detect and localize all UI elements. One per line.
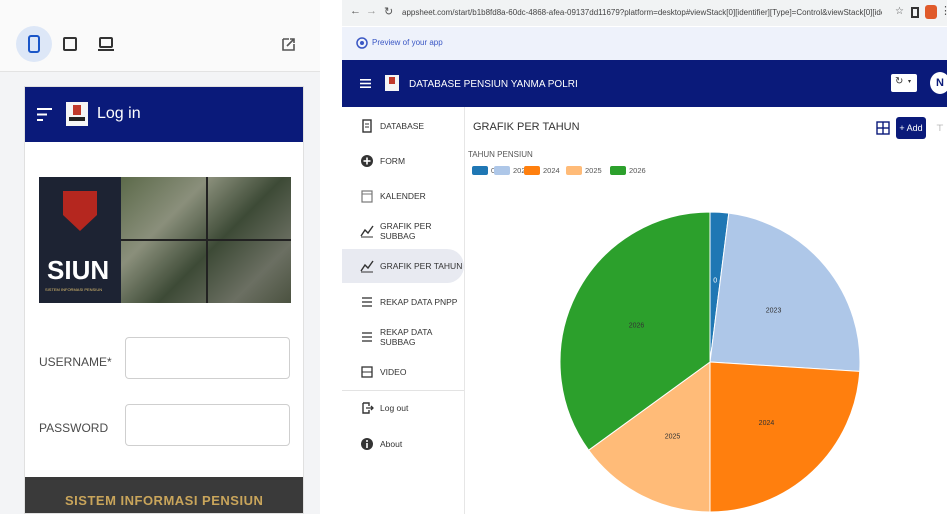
menu-icon[interactable] [360, 79, 371, 88]
shield-logo [63, 191, 97, 231]
tablet-view-button[interactable] [52, 26, 88, 62]
logout-icon [360, 401, 374, 415]
pie-slice-label: 2025 [665, 434, 681, 441]
back-icon[interactable]: ← [350, 5, 361, 17]
hero-brand-area: SIUN SISTEM INFORMASI PENSIUN [39, 177, 121, 303]
preview-banner: Preview of your app [342, 27, 947, 60]
sidebar-item-kalender[interactable]: KALENDER [342, 179, 464, 213]
desktop-preview-panel: ← → ↻ appsheet.com/start/b1b8fd8a-60dc-4… [342, 0, 947, 514]
list-icon [360, 330, 374, 344]
edit-external-icon [281, 37, 295, 51]
preview-text: Preview of your app [372, 38, 443, 47]
sidebar-item-label: REKAP DATA SUBBAG [380, 327, 432, 347]
siun-logo [66, 102, 88, 126]
database-icon [360, 119, 374, 133]
forward-icon[interactable]: → [366, 5, 377, 17]
reload-icon[interactable]: ↻ [384, 5, 393, 18]
tablet-icon [63, 37, 77, 51]
sidebar-item-form[interactable]: FORM [342, 144, 464, 178]
list-icon [360, 295, 374, 309]
more-icon[interactable]: ⋮ [940, 4, 947, 17]
browser-toolbar: ← → ↻ appsheet.com/start/b1b8fd8a-60dc-4… [342, 0, 947, 26]
pie-slice-label: 2023 [766, 307, 782, 314]
avatar[interactable]: N [930, 72, 947, 94]
tab-icon[interactable] [911, 7, 919, 18]
plus-circle-icon [360, 154, 374, 168]
sidebar-item-label: Log out [380, 403, 409, 413]
app-title: DATABASE PENSIUN YANMA POLRI [409, 79, 578, 90]
info-icon [360, 437, 374, 451]
sidebar-item-label: FORM [380, 156, 406, 166]
chart-icon [360, 259, 374, 273]
menu-icon[interactable] [37, 108, 52, 121]
login-title: Log in [97, 105, 141, 122]
app-header: DATABASE PENSIUN YANMA POLRI ↻ ▾ N [342, 60, 947, 107]
username-label: USERNAME* [39, 355, 112, 369]
password-input[interactable] [125, 404, 290, 446]
sidebar-item-grafik-per-subbag[interactable]: GRAFIK PER SUBBAG [342, 214, 464, 248]
hero-photo-collage [121, 177, 291, 303]
main-content: GRAFIK PER TAHUN + Add ⊤ TAHUN PENSIUN 0… [466, 107, 947, 514]
desktop-view-button[interactable] [88, 26, 124, 62]
sidebar-item-label: About [380, 439, 403, 449]
pie-slice-label: 2026 [629, 323, 645, 330]
sidebar-item-label: KALENDER [380, 191, 426, 201]
sidebar-item-rekap-data-subbag[interactable]: REKAP DATA SUBBAG [342, 320, 464, 354]
sync-icon: ↻ [895, 76, 904, 87]
username-input[interactable] [125, 337, 290, 379]
pie-slice-2024[interactable] [709, 361, 861, 513]
sidebar-item-about[interactable]: About [342, 427, 464, 461]
phone-icon [28, 35, 40, 53]
sync-button[interactable]: ↻ ▾ [891, 74, 917, 92]
device-toolbar [0, 0, 320, 72]
login-header: Log in [25, 87, 303, 142]
pie-chart: 0 2023 2024 2025 2026 [559, 211, 861, 513]
sidebar: DATABASE FORM KALENDER GRAFIK PER SUBBAG GRA… [342, 107, 465, 514]
hero-subtitle: SISTEM INFORMASI PENSIUN [45, 287, 103, 292]
password-label: PASSWORD [39, 421, 109, 435]
footer-banner-text: SISTEM INFORMASI PENSIUN [65, 493, 264, 508]
hero-image: SIUN SISTEM INFORMASI PENSIUN [39, 177, 291, 303]
chevron-down-icon: ▾ [908, 79, 912, 85]
pie-slice-label: 0 [713, 278, 717, 285]
sidebar-item-log-out[interactable]: Log out [342, 391, 464, 425]
phone-view-button[interactable] [16, 26, 52, 62]
sidebar-item-database[interactable]: DATABASE [342, 109, 464, 143]
sidebar-item-grafik-per-tahun[interactable]: GRAFIK PER TAHUN [342, 249, 464, 283]
preview-icon [356, 37, 368, 49]
desktop-icon [98, 37, 114, 51]
sidebar-item-rekap-data-pnpp[interactable]: REKAP DATA PNPP [342, 285, 464, 319]
sidebar-item-video[interactable]: VIDEO [342, 355, 464, 389]
calendar-icon [360, 189, 374, 203]
mobile-preview-panel: Log in SIUN SISTEM INFORMASI PENSIUN USE… [0, 0, 320, 514]
hero-brand-text: SIUN [47, 255, 110, 285]
footer-banner: SISTEM INFORMASI PENSIUN [25, 477, 303, 513]
chart-icon [360, 224, 374, 238]
sidebar-item-label: GRAFIK PER SUBBAG [380, 221, 432, 241]
sidebar-item-label: REKAP DATA PNPP [380, 297, 458, 307]
sidebar-item-label: VIDEO [380, 367, 407, 377]
open-external-button[interactable] [270, 26, 306, 62]
app-logo [385, 75, 399, 91]
login-screen: Log in SIUN SISTEM INFORMASI PENSIUN USE… [24, 86, 304, 514]
pie-slice-label: 2024 [759, 420, 775, 427]
bookmark-star-icon[interactable]: ☆ [895, 6, 904, 17]
profile-icon[interactable] [925, 5, 937, 19]
sidebar-item-label: GRAFIK PER TAHUN [380, 261, 463, 271]
screen: Log in SIUN SISTEM INFORMASI PENSIUN USE… [0, 0, 947, 514]
video-icon [360, 365, 374, 379]
sidebar-item-label: DATABASE [380, 121, 425, 131]
pie-slice-2023[interactable] [709, 212, 861, 372]
address-bar[interactable]: appsheet.com/start/b1b8fd8a-60dc-4868-af… [402, 5, 882, 21]
